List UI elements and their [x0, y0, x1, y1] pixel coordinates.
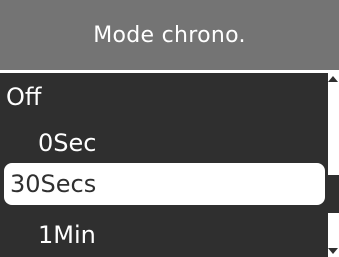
option-item-0sec[interactable]: 0Sec — [0, 131, 328, 163]
option-label: 30Secs — [10, 170, 97, 198]
scrollbar[interactable] — [328, 73, 339, 257]
current-value-label: Off — [6, 83, 42, 111]
scroll-down-arrow-icon[interactable] — [328, 248, 338, 254]
scroll-up-arrow-icon[interactable] — [328, 76, 338, 82]
title-bar: Mode chrono. — [0, 0, 339, 70]
scroll-thumb[interactable] — [328, 175, 339, 213]
option-label: 0Sec — [38, 129, 97, 157]
scroll-track — [331, 85, 336, 245]
option-item-30secs-selected[interactable]: 30Secs — [4, 163, 325, 205]
current-value-item: Off — [0, 85, 328, 117]
screen-title: Mode chrono. — [93, 22, 246, 48]
timer-mode-screen: Mode chrono. Off 0Sec 30Secs 1Min — [0, 0, 339, 257]
option-label: 1Min — [38, 221, 96, 249]
option-list: Off 0Sec 30Secs 1Min — [0, 73, 328, 257]
option-item-1min[interactable]: 1Min — [0, 223, 328, 255]
